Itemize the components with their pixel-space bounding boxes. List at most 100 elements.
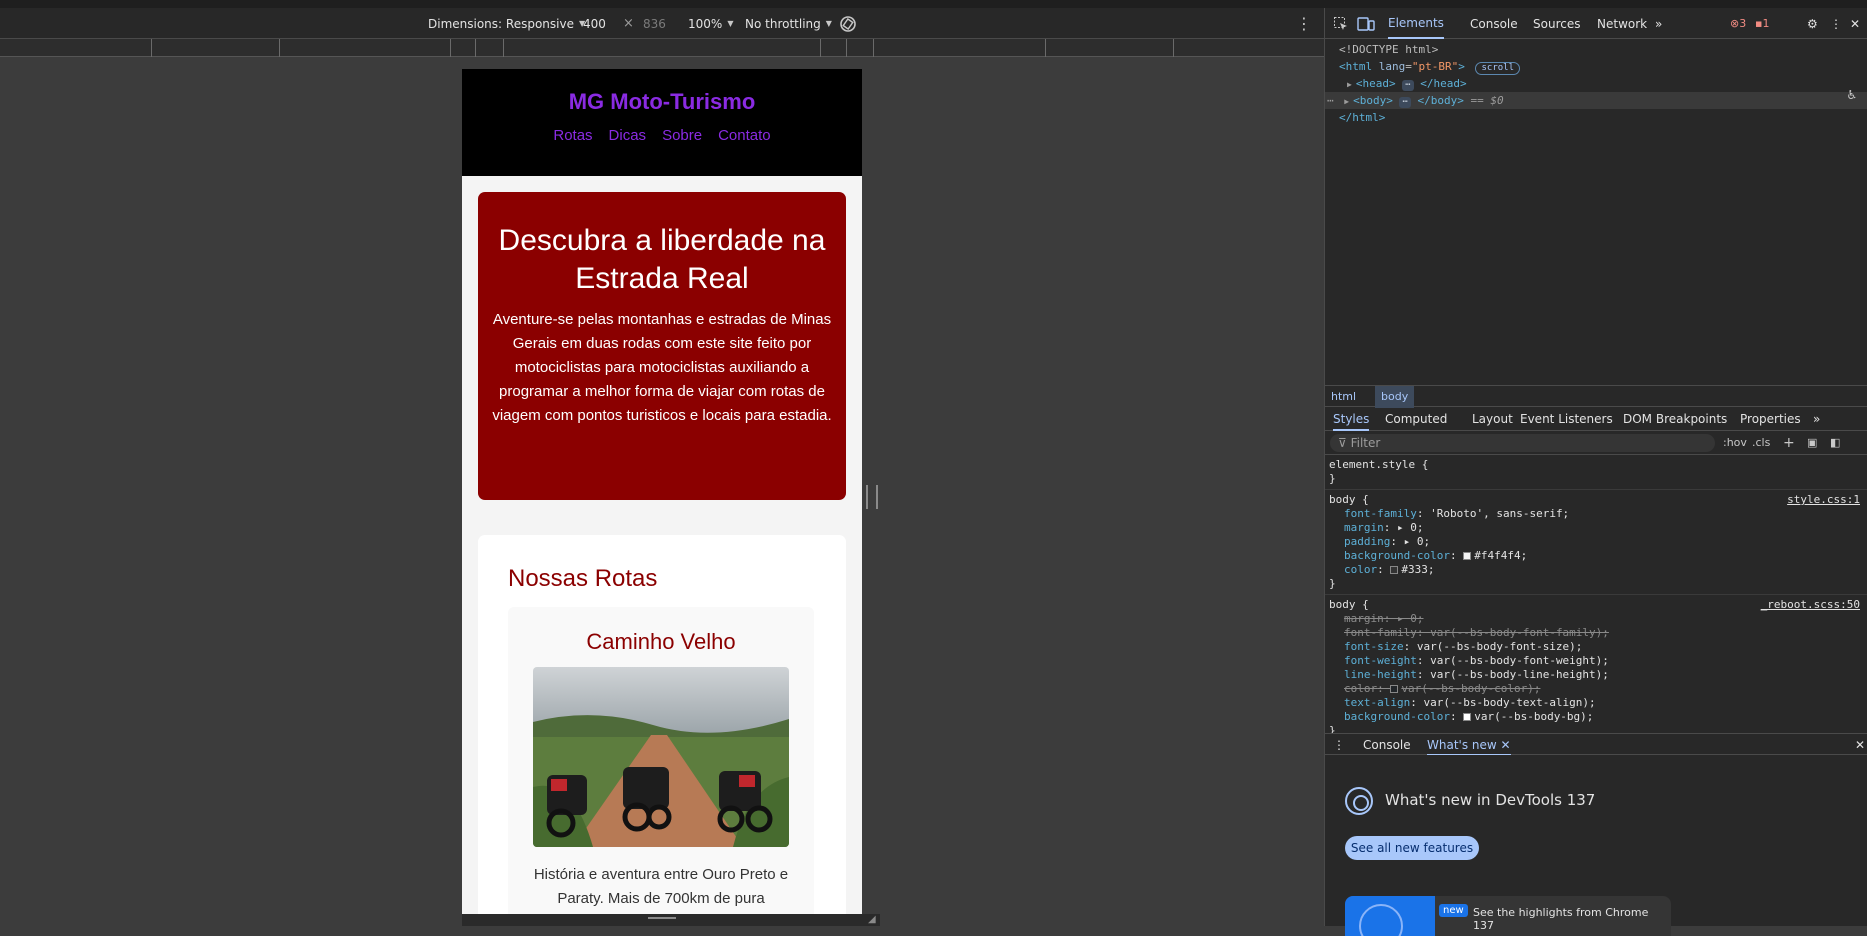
css-rule[interactable]: element.style {} [1325, 455, 1867, 490]
viewport-resize-handle-bottom[interactable] [462, 914, 880, 926]
accessibility-tree-icon[interactable]: ♿ [1848, 87, 1856, 103]
css-rule-selector[interactable]: element.style { [1329, 458, 1867, 472]
dimensions-dropdown[interactable]: Dimensions: Responsive ▼ [428, 8, 585, 39]
dom-body-node[interactable]: ⋯ ▶ <body> ⋯ </body> == $0 [1325, 92, 1867, 109]
ruler-segment[interactable] [503, 39, 504, 57]
css-property-name[interactable]: text-align [1344, 696, 1410, 709]
close-drawer-icon[interactable]: ✕ [1855, 734, 1865, 756]
drawer-tab-console[interactable]: Console [1363, 734, 1411, 756]
route-card[interactable]: Caminho Velho História e aventura entre … [508, 607, 814, 914]
corner-resize-icon[interactable]: ◢ [868, 914, 880, 926]
issue-count-badge[interactable]: ▪ 1 [1755, 8, 1769, 39]
nav-link-rotas[interactable]: Rotas [553, 127, 592, 144]
ruler-segment[interactable] [873, 39, 874, 57]
css-property-name[interactable]: font-family [1344, 626, 1417, 639]
css-property-name[interactable]: background-color [1344, 549, 1450, 562]
devtools-menu-icon[interactable]: ⋮ [1830, 8, 1842, 39]
collapsed-ellipsis[interactable]: ⋯ [1399, 97, 1411, 108]
nav-link-contato[interactable]: Contato [718, 127, 771, 144]
error-count-badge[interactable]: ⊗ 3 [1730, 8, 1746, 39]
css-declaration[interactable]: font-family: var(--bs-body-font-family); [1329, 626, 1867, 640]
see-all-features-button[interactable]: See all new features [1345, 836, 1479, 860]
tab-styles[interactable]: Styles [1333, 407, 1370, 431]
css-declaration[interactable]: color: var(--bs-body-color); [1329, 682, 1867, 696]
color-swatch[interactable] [1463, 713, 1472, 721]
paint-icon[interactable]: ▣ [1807, 434, 1817, 452]
css-declaration[interactable]: text-align: var(--bs-body-text-align); [1329, 696, 1867, 710]
tab-computed[interactable]: Computed [1385, 407, 1447, 431]
styles-filter-input[interactable]: ⊽ Filter [1330, 434, 1715, 452]
css-declaration[interactable]: margin: ▸ 0; [1329, 521, 1867, 535]
css-property-name[interactable]: font-family [1344, 507, 1417, 520]
ruler-segment[interactable] [820, 39, 821, 57]
zoom-dropdown[interactable]: 100% ▼ [688, 8, 733, 39]
css-declaration[interactable]: line-height: var(--bs-body-line-height); [1329, 668, 1867, 682]
css-property-name[interactable]: font-size [1344, 640, 1404, 653]
whats-new-highlight-card[interactable]: new See the highlights from Chrome 137 [1345, 896, 1671, 936]
sidebar-toggle-icon[interactable]: ◧ [1830, 434, 1840, 452]
drawer-tab-whats-new[interactable]: What's new ✕ [1427, 734, 1511, 756]
settings-gear-icon[interactable]: ⚙ [1807, 8, 1818, 39]
viewport-resize-handle-right[interactable] [866, 485, 878, 509]
width-input[interactable]: 400 [583, 8, 606, 39]
collapsed-ellipsis[interactable]: ⋯ [1402, 80, 1414, 91]
nav-link-dicas[interactable]: Dicas [609, 127, 647, 144]
emulated-viewport[interactable]: MG Moto-Turismo Rotas Dicas Sobre Contat… [462, 69, 862, 914]
css-property-value[interactable]: #f4f4f4; [1474, 549, 1527, 562]
css-property-value[interactable]: var(--bs-body-font-family); [1430, 626, 1609, 639]
cls-toggle[interactable]: .cls [1752, 434, 1770, 452]
color-swatch[interactable] [1390, 566, 1399, 574]
dom-doctype[interactable]: <!DOCTYPE html> [1339, 41, 1438, 58]
close-tab-icon[interactable]: ✕ [1501, 738, 1511, 752]
css-property-value[interactable]: var(--bs-body-text-align); [1423, 696, 1595, 709]
dom-head-node[interactable]: ▶ <head> ⋯ </head> [1347, 75, 1467, 92]
css-property-value[interactable]: ▸ 0; [1404, 535, 1431, 548]
css-property-value[interactable]: ▸ 0; [1397, 612, 1424, 625]
css-declaration[interactable]: font-size: var(--bs-body-font-size); [1329, 640, 1867, 654]
css-rule-source-link[interactable]: _reboot.scss:50 [1761, 598, 1860, 611]
css-property-name[interactable]: line-height [1344, 668, 1417, 681]
drawer-menu-icon[interactable]: ⋮ [1333, 734, 1345, 756]
hov-toggle[interactable]: :hov [1723, 434, 1747, 452]
more-tabs-icon[interactable]: » [1813, 407, 1820, 431]
color-swatch[interactable] [1463, 552, 1472, 560]
css-rule[interactable]: body {style.css:1 font-family: 'Roboto', … [1325, 490, 1867, 595]
expand-triangle-icon[interactable]: ▶ [1344, 97, 1349, 106]
new-rule-icon[interactable]: + [1783, 434, 1795, 452]
css-property-name[interactable]: padding [1344, 535, 1390, 548]
tab-console[interactable]: Console [1470, 8, 1518, 39]
css-property-name[interactable]: font-weight [1344, 654, 1417, 667]
css-declaration[interactable]: padding: ▸ 0; [1329, 535, 1867, 549]
node-actions-icon[interactable]: ⋯ [1327, 94, 1334, 107]
expand-triangle-icon[interactable]: ▶ [1347, 80, 1352, 89]
css-property-name[interactable]: color [1344, 682, 1377, 695]
tab-event-listeners[interactable]: Event Listeners [1520, 407, 1613, 431]
breadcrumb-body[interactable]: body [1375, 386, 1415, 408]
more-tabs-icon[interactable]: » [1655, 8, 1662, 39]
site-title[interactable]: MG Moto-Turismo [462, 69, 862, 127]
ruler-segment[interactable] [151, 39, 152, 57]
css-rule-source-link[interactable]: style.css:1 [1787, 493, 1860, 506]
height-input[interactable]: 836 [643, 8, 666, 39]
ruler-segment[interactable] [846, 39, 847, 57]
more-options-icon[interactable]: ⋮ [1296, 8, 1312, 39]
ruler-segment[interactable] [1173, 39, 1174, 57]
css-property-name[interactable]: margin [1344, 521, 1384, 534]
dom-html-node[interactable]: <html lang="pt-BR"> scroll [1339, 58, 1520, 75]
css-property-name[interactable]: background-color [1344, 710, 1450, 723]
inspect-element-icon[interactable] [1333, 8, 1349, 39]
scroll-badge[interactable]: scroll [1475, 62, 1520, 75]
tab-dom-breakpoints[interactable]: DOM Breakpoints [1623, 407, 1727, 431]
rotate-button[interactable] [838, 8, 858, 39]
close-devtools-icon[interactable]: ✕ [1850, 8, 1860, 39]
ruler-segment[interactable] [1045, 39, 1046, 57]
tab-elements[interactable]: Elements [1388, 8, 1444, 39]
color-swatch[interactable] [1390, 685, 1399, 693]
css-declaration[interactable]: background-color: #f4f4f4; [1329, 549, 1867, 563]
css-property-value[interactable]: ▸ 0; [1397, 521, 1424, 534]
css-property-value[interactable]: var(--bs-body-color); [1401, 682, 1540, 695]
css-declaration[interactable]: background-color: var(--bs-body-bg); [1329, 710, 1867, 724]
css-property-value[interactable]: 'Roboto', sans-serif; [1430, 507, 1569, 520]
css-property-name[interactable]: color [1344, 563, 1377, 576]
breadcrumb-html[interactable]: html [1325, 386, 1362, 408]
